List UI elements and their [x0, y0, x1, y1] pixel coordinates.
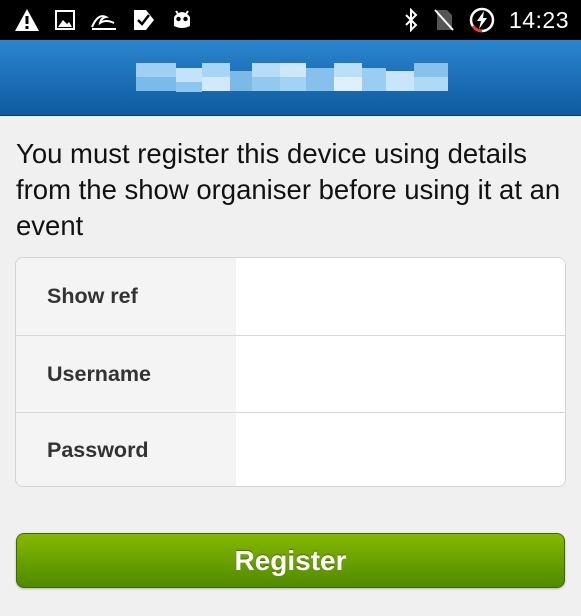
wave-icon — [90, 9, 118, 31]
status-bar-clock: 14:23 — [508, 6, 569, 33]
username-row: Username — [16, 335, 565, 412]
no-sim-icon — [433, 8, 455, 32]
checkmark-tag-icon — [132, 8, 156, 32]
android-robot-icon — [170, 8, 194, 32]
warning-icon — [14, 8, 40, 32]
username-input[interactable] — [236, 336, 565, 412]
password-input[interactable] — [236, 413, 565, 486]
status-bar-notifications — [14, 8, 208, 32]
battery-charging-icon — [469, 7, 495, 33]
show-ref-label: Show ref — [16, 258, 236, 335]
image-icon — [54, 9, 76, 31]
register-button[interactable]: Register — [16, 533, 565, 588]
show-ref-input[interactable] — [236, 258, 565, 335]
registration-form: Show ref Username Password — [15, 257, 566, 487]
app-title-pixelated — [136, 59, 448, 97]
password-row: Password — [16, 412, 565, 486]
app-bar — [0, 40, 581, 116]
username-label: Username — [16, 336, 236, 412]
bluetooth-icon — [403, 8, 419, 32]
password-label: Password — [16, 413, 236, 486]
registration-message: You must register this device using deta… — [16, 138, 561, 241]
show-ref-row: Show ref — [16, 258, 565, 335]
status-bar: 14:23 — [0, 0, 581, 40]
status-bar-system: 14:23 — [389, 7, 569, 34]
